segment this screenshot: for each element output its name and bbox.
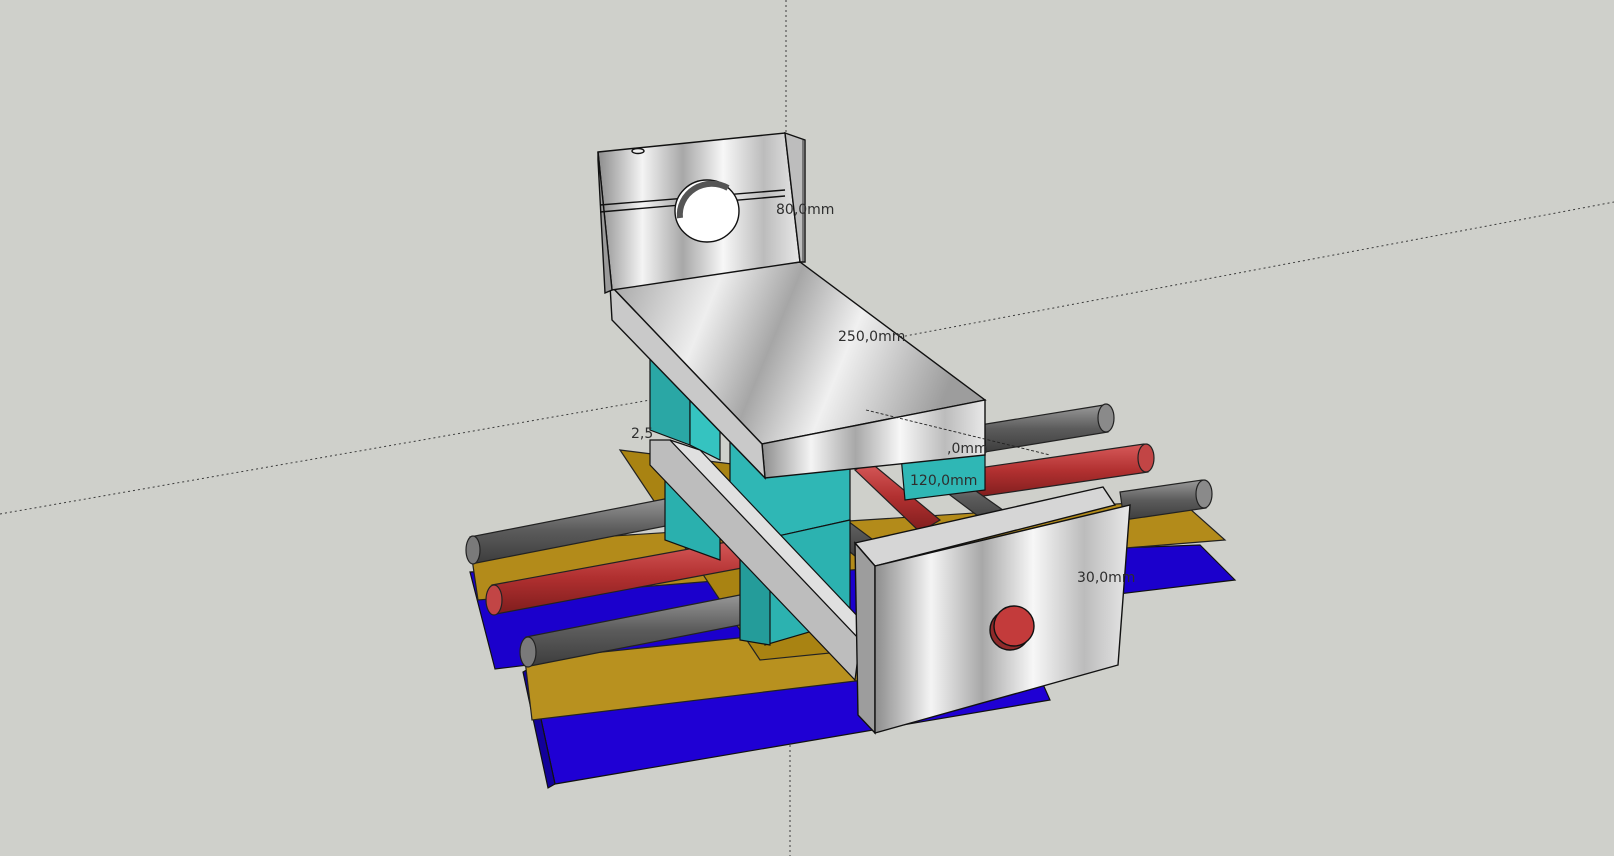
axis-red-left: [0, 399, 651, 515]
clamp-bore-hole: [674, 179, 740, 243]
3d-model-canvas[interactable]: 80,0mm 250,0mm 2,5 ,0mm 120,0mm 30,0mm: [0, 0, 1614, 856]
axis-red-right: [899, 201, 1614, 338]
sketchup-viewport[interactable]: 80,0mm 250,0mm 2,5 ,0mm 120,0mm 30,0mm: [0, 0, 1614, 856]
dim-arm-length[interactable]: 250,0mm: [838, 329, 905, 345]
rod-red-right: [964, 443, 1149, 499]
dim-front-plate[interactable]: 30,0mm: [1077, 570, 1135, 586]
lead-screw-end: [993, 605, 1035, 647]
dim-carriage-width[interactable]: 120,0mm: [910, 473, 977, 489]
rod-grey-right-back: [979, 404, 1109, 453]
dim-right-partial[interactable]: ,0mm: [947, 441, 988, 457]
dim-top-height[interactable]: 80,0mm: [776, 202, 834, 218]
clamp-screw-hole: [631, 147, 645, 155]
end-plate-side: [854, 541, 876, 735]
dim-left-partial[interactable]: 2,5: [631, 426, 653, 442]
